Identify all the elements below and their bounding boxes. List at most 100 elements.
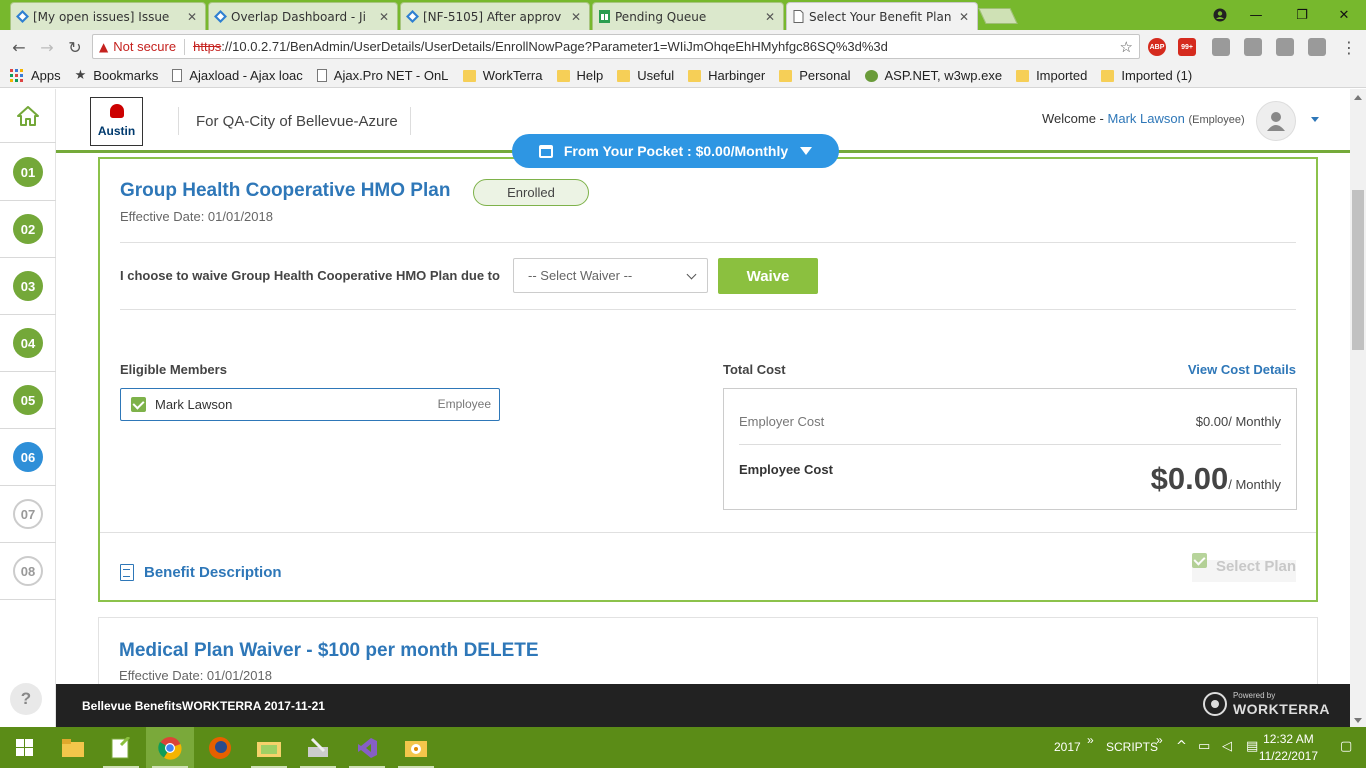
file-explorer-button[interactable] <box>49 727 97 768</box>
bookmark-workterra[interactable]: WorkTerra <box>462 68 543 83</box>
step-06-current[interactable]: 06 <box>0 429 56 486</box>
reload-icon[interactable]: ↻ <box>64 36 86 58</box>
step-05[interactable]: 05 <box>0 372 56 429</box>
member-row[interactable]: Mark Lawson Employee <box>120 388 500 421</box>
bookmark-ajaxload[interactable]: Ajaxload - Ajax loac <box>172 68 303 83</box>
forward-icon[interactable]: → <box>36 36 58 58</box>
bookmark-imported[interactable]: Imported <box>1016 68 1087 83</box>
address-bar[interactable]: ▲ Not secure https ://10.0.2.71/BenAdmin… <box>92 34 1140 59</box>
home-button[interactable] <box>0 89 56 143</box>
bookmark-personal[interactable]: Personal <box>779 68 851 83</box>
page-scrollbar[interactable] <box>1350 89 1366 727</box>
step-02[interactable]: 02 <box>0 201 56 258</box>
close-icon[interactable]: ✕ <box>571 10 581 24</box>
user-name-link[interactable]: Mark Lawson <box>1108 111 1185 126</box>
tools-button[interactable] <box>294 727 342 768</box>
select-plan-button[interactable]: Select Plan <box>1191 553 1296 582</box>
browser-tab-2[interactable]: Overlap Dashboard - Ji ✕ <box>208 2 398 30</box>
toolbar-scripts-label[interactable]: SCRIPTS <box>1106 740 1158 754</box>
extension-icon[interactable] <box>1212 38 1230 56</box>
bookmark-apps[interactable]: Apps <box>10 68 61 83</box>
extension-icon[interactable] <box>1308 38 1326 56</box>
browser-tab-1[interactable]: [My open issues] Issue ✕ <box>10 2 206 30</box>
bookmark-harbinger[interactable]: Harbinger <box>688 68 765 83</box>
chevron-down-icon[interactable] <box>1311 117 1319 122</box>
camera-icon[interactable] <box>1276 38 1294 56</box>
divider <box>120 309 1296 310</box>
scroll-up-icon[interactable] <box>1354 95 1362 100</box>
view-cost-details-link[interactable]: View Cost Details <box>1188 362 1296 377</box>
step-01[interactable]: 01 <box>0 144 56 201</box>
browser-tab-4[interactable]: Pending Queue ✕ <box>592 2 784 30</box>
bookmark-help[interactable]: Help <box>556 68 603 83</box>
close-icon[interactable]: ✕ <box>959 10 969 24</box>
step-07[interactable]: 07 <box>0 486 56 543</box>
visual-studio-button[interactable] <box>343 727 391 768</box>
help-button[interactable]: ? <box>10 683 42 715</box>
browser-tab-5-active[interactable]: Select Your Benefit Plan ✕ <box>786 2 978 30</box>
security-label[interactable]: Not secure <box>113 39 176 54</box>
close-icon[interactable]: ✕ <box>765 10 775 24</box>
plan-title: Group Health Cooperative HMO Plan <box>120 180 451 201</box>
bookmark-label: Bookmarks <box>93 68 159 83</box>
adblock-icon[interactable]: ABP <box>1148 38 1166 56</box>
notepad-plus-button[interactable] <box>97 727 145 768</box>
waive-button[interactable]: Waive <box>718 258 818 294</box>
close-icon[interactable]: ✕ <box>379 10 389 24</box>
waiver-select[interactable]: -- Select Waiver -- <box>513 258 708 293</box>
bookmark-aspnet[interactable]: ASP.NET, w3wp.exe <box>864 68 1002 83</box>
close-icon[interactable]: ✕ <box>187 10 197 24</box>
star-icon: ★ <box>74 68 87 83</box>
step-04[interactable]: 04 <box>0 315 56 372</box>
url-path: ://10.0.2.71/BenAdmin/UserDetails/UserDe… <box>221 39 888 54</box>
minimize-icon[interactable]: — <box>1234 0 1278 30</box>
chrome-button[interactable] <box>146 727 194 768</box>
company-logo[interactable]: Austin <box>90 97 143 146</box>
select-plan-label: Select Plan <box>1215 558 1296 575</box>
scrollbar-thumb[interactable] <box>1352 190 1364 350</box>
checkbox-checked-icon[interactable] <box>131 397 146 412</box>
step-08[interactable]: 08 <box>0 543 56 600</box>
benefit-description-link[interactable]: Benefit Description <box>120 564 282 581</box>
bookmark-useful[interactable]: Useful <box>617 68 674 83</box>
tab-title: Select Your Benefit Plan <box>809 9 952 24</box>
user-role: (Employee) <box>1188 114 1245 126</box>
chevron-right-icon[interactable]: » <box>1156 733 1163 747</box>
pdf-extension-icon[interactable] <box>1244 38 1262 56</box>
restore-icon[interactable]: ❐ <box>1280 0 1324 30</box>
keyboard-icon[interactable]: ▤ <box>1246 739 1258 754</box>
bookmark-bookmarks[interactable]: ★ Bookmarks <box>75 68 159 83</box>
chevron-right-icon[interactable]: » <box>1087 733 1094 747</box>
folder-shortcut-button[interactable] <box>245 727 293 768</box>
menu-kebab-icon[interactable]: ⋮ <box>1338 36 1360 58</box>
extension-badge-icon[interactable]: 99+ <box>1178 38 1196 56</box>
scroll-down-icon[interactable] <box>1354 718 1362 723</box>
start-button[interactable] <box>0 727 48 768</box>
bookmark-ajaxpro[interactable]: Ajax.Pro NET - OnLc <box>316 68 449 83</box>
toolbar-year-label[interactable]: 2017 <box>1054 740 1081 754</box>
tab-title: Overlap Dashboard - Ji <box>231 9 366 24</box>
page-icon <box>316 69 327 82</box>
new-tab-button[interactable] <box>978 8 1018 24</box>
notifications-icon[interactable]: ▢ <box>1340 739 1352 754</box>
folder-icon <box>779 69 793 82</box>
window-close-icon[interactable]: ✕ <box>1322 0 1366 30</box>
chevron-up-icon[interactable]: ^ <box>1176 739 1187 754</box>
powered-by-logo: Powered by WORKTERRA <box>1202 692 1330 717</box>
sql-tool-button[interactable] <box>392 727 440 768</box>
system-clock[interactable]: 12:32 AM 11/22/2017 <box>1259 731 1318 765</box>
bookmark-imported-1[interactable]: Imported (1) <box>1101 68 1192 83</box>
step-03[interactable]: 03 <box>0 258 56 315</box>
windows-taskbar: 2017 » SCRIPTS » ^ ▭ ◁ ▤ 12:32 AM 11/22/… <box>0 727 1366 768</box>
browser-tab-3[interactable]: [NF-5105] After approv ✕ <box>400 2 590 30</box>
visual-studio-icon <box>358 737 377 758</box>
volume-icon[interactable]: ◁ <box>1222 739 1232 754</box>
brand-name: WORKTERRA <box>1232 701 1330 717</box>
avatar[interactable] <box>1256 101 1296 141</box>
network-icon[interactable]: ▭ <box>1198 739 1210 754</box>
firefox-button[interactable] <box>196 727 244 768</box>
bookmark-label: Imported <box>1036 68 1088 83</box>
bookmark-star-icon[interactable]: ☆ <box>1120 38 1133 56</box>
back-icon[interactable]: ← <box>8 36 30 58</box>
from-your-pocket-toggle[interactable]: From Your Pocket : $0.00/Monthly <box>512 134 839 168</box>
